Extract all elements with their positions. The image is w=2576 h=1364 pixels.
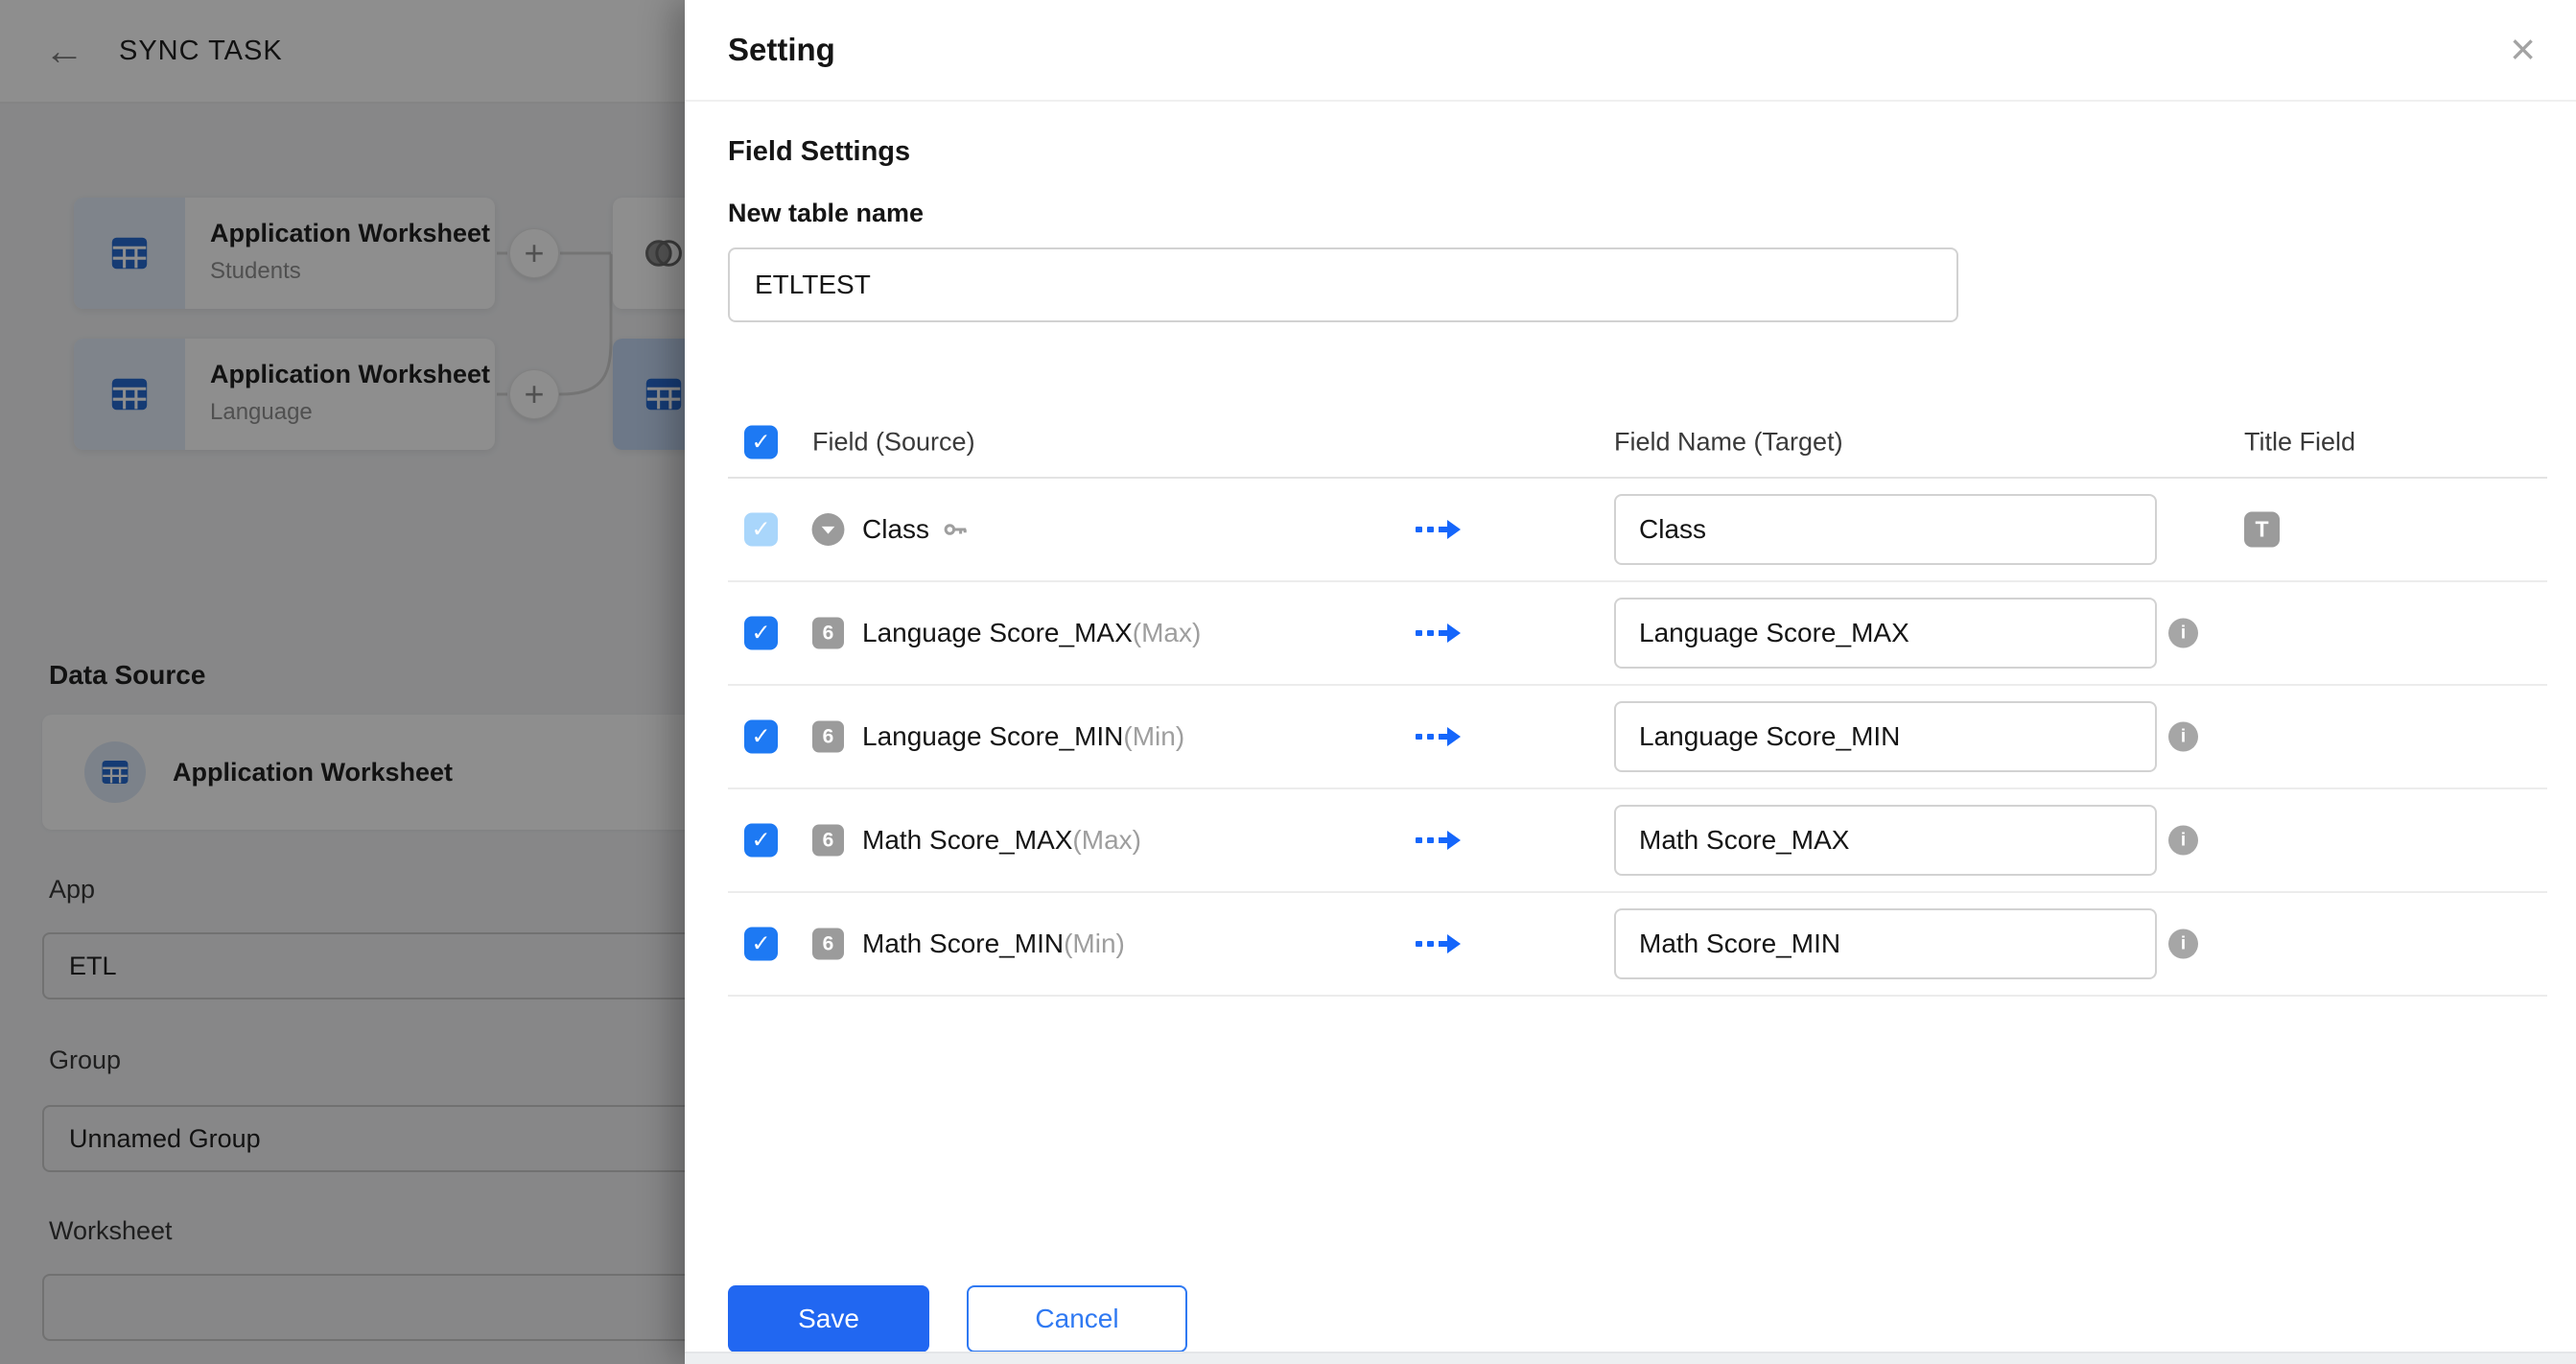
number-type-icon: 6 xyxy=(812,929,844,960)
check-icon: ✓ xyxy=(751,723,770,751)
setting-drawer: Setting × Field Settings New table name … xyxy=(685,0,2576,1364)
field-name: Language Score_MAX xyxy=(862,618,1133,648)
cancel-button[interactable]: Cancel xyxy=(967,1285,1187,1352)
key-icon xyxy=(941,515,970,544)
new-table-name-label: New table name xyxy=(728,199,924,228)
drawer-title: Setting xyxy=(728,0,835,100)
field-source-label: Class xyxy=(862,514,970,545)
map-arrow-icon xyxy=(1415,828,1464,853)
row-checkbox-disabled: ✓ xyxy=(744,513,778,547)
row-checkbox[interactable]: ✓ xyxy=(744,617,778,650)
field-name: Language Score_MIN xyxy=(862,721,1123,752)
select-all-checkbox[interactable]: ✓ xyxy=(744,426,778,459)
number-type-icon: 6 xyxy=(812,721,844,753)
field-suffix: (Min) xyxy=(1064,929,1125,959)
info-icon: i xyxy=(2168,929,2198,959)
map-arrow-icon xyxy=(1415,931,1464,956)
check-icon: ✓ xyxy=(751,429,770,457)
drawer-header: Setting × xyxy=(685,0,2576,102)
field-mapping-table: ✓ Field (Source) Field Name (Target) Tit… xyxy=(728,408,2547,997)
close-icon[interactable]: × xyxy=(2510,27,2536,71)
table-row: ✓ 6 Math Score_MAX (Max) i xyxy=(728,789,2547,893)
field-target-input[interactable] xyxy=(1614,908,2157,979)
table-row: ✓ 6 Language Score_MIN (Min) i xyxy=(728,686,2547,789)
field-suffix: (Min) xyxy=(1123,721,1184,752)
row-checkbox[interactable]: ✓ xyxy=(744,720,778,754)
save-button[interactable]: Save xyxy=(728,1285,929,1352)
field-name: Class xyxy=(862,514,929,545)
field-name: Math Score_MIN xyxy=(862,929,1064,959)
field-target-input[interactable] xyxy=(1614,494,2157,565)
table-row: ✓ Class xyxy=(728,479,2547,582)
collapse-chevron-icon[interactable] xyxy=(810,512,846,548)
header-title-field: Title Field xyxy=(2244,428,2355,458)
row-checkbox[interactable]: ✓ xyxy=(744,928,778,961)
info-icon: i xyxy=(2168,826,2198,856)
table-row: ✓ 6 Math Score_MIN (Min) i xyxy=(728,893,2547,997)
field-source-label: Math Score_MIN (Min) xyxy=(862,929,1125,959)
check-icon: ✓ xyxy=(751,930,770,958)
screen: ← SYNC TASK Application Worksheet Studen… xyxy=(0,0,2576,1364)
header-field-target: Field Name (Target) xyxy=(1614,428,1843,458)
field-source-label: Language Score_MAX (Max) xyxy=(862,618,1201,648)
row-checkbox[interactable]: ✓ xyxy=(744,824,778,858)
field-settings-heading: Field Settings xyxy=(728,136,910,168)
map-arrow-icon xyxy=(1415,724,1464,749)
field-source-label: Language Score_MIN (Min) xyxy=(862,721,1184,752)
table-row: ✓ 6 Language Score_MAX (Max) i xyxy=(728,582,2547,686)
field-target-input[interactable] xyxy=(1614,805,2157,876)
header-field-source: Field (Source) xyxy=(812,428,975,458)
field-suffix: (Max) xyxy=(1133,618,1202,648)
info-icon: i xyxy=(2168,619,2198,648)
map-arrow-icon xyxy=(1415,517,1464,542)
check-icon: ✓ xyxy=(751,827,770,855)
drawer-bottom-strip xyxy=(685,1352,2576,1364)
field-target-input[interactable] xyxy=(1614,701,2157,772)
field-target-input[interactable] xyxy=(1614,598,2157,669)
check-icon: ✓ xyxy=(751,620,770,647)
field-suffix: (Max) xyxy=(1072,825,1141,856)
number-type-icon: 6 xyxy=(812,825,844,857)
check-icon: ✓ xyxy=(751,516,770,544)
field-source-label: Math Score_MAX (Max) xyxy=(862,825,1141,856)
info-icon: i xyxy=(2168,722,2198,752)
title-field-badge[interactable]: T xyxy=(2244,512,2280,548)
map-arrow-icon xyxy=(1415,621,1464,646)
field-name: Math Score_MAX xyxy=(862,825,1072,856)
new-table-name-input[interactable] xyxy=(728,247,1958,322)
table-header-row: ✓ Field (Source) Field Name (Target) Tit… xyxy=(728,408,2547,479)
number-type-icon: 6 xyxy=(812,618,844,649)
